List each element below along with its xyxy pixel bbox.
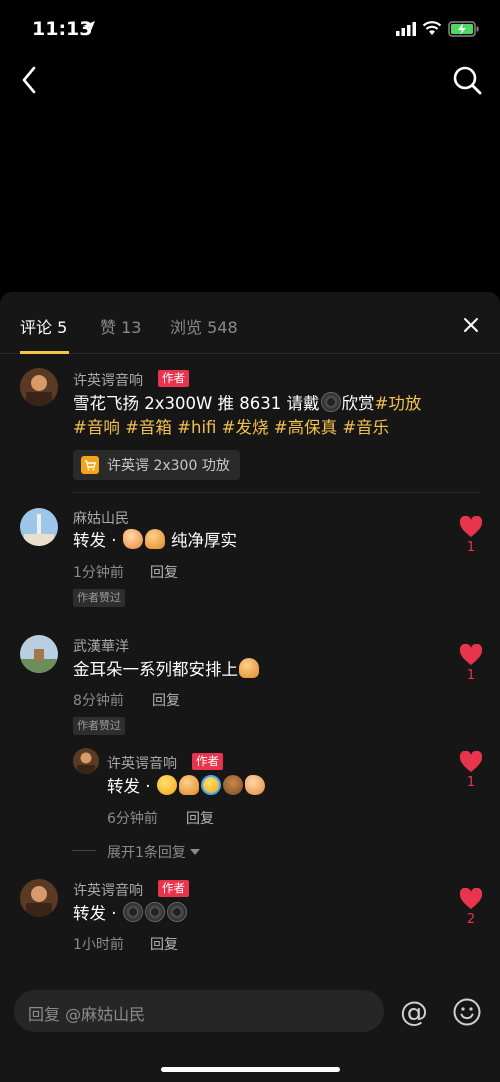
hashtag-link[interactable]: #功放 — [375, 394, 422, 413]
divider — [73, 492, 480, 493]
comment-hashtags: #音响 #音箱 #hifi #发烧 #高保真 #音乐 — [73, 413, 389, 443]
reply-input[interactable]: 回复 @麻姑山民 — [14, 990, 384, 1032]
comment-text-part: 雪花飞扬 2x300W 推 8631 请戴 — [73, 394, 320, 413]
comment-time: 1小时前 — [73, 937, 124, 953]
avatar[interactable] — [20, 508, 58, 546]
comment-username[interactable]: 麻姑山民 — [73, 508, 129, 528]
reply-text: 转发 · — [107, 772, 266, 802]
shopping-cart-icon — [81, 456, 99, 474]
author-liked-badge: 作者赞过 — [73, 717, 125, 735]
reply-button[interactable]: 回复 — [186, 808, 214, 828]
comment-text-part: 转发 · — [73, 904, 117, 923]
comment-tabs: 评论 5 赞 13 浏览 548 — [0, 292, 500, 354]
emoji-picker-icon[interactable] — [452, 997, 482, 1027]
heart-icon — [459, 751, 483, 772]
wifi-icon — [422, 21, 442, 35]
reply-button[interactable]: 回复 — [150, 934, 178, 954]
thumbs-up-emoji-icon — [144, 529, 165, 549]
like-button[interactable]: 1 — [456, 644, 486, 683]
grin-emoji-icon — [156, 775, 177, 795]
avatar[interactable] — [20, 635, 58, 673]
clap-emoji-icon — [244, 775, 265, 795]
heart-icon — [459, 888, 483, 909]
comment-text-part: 金耳朵一系列都安排上 — [73, 660, 238, 679]
product-link[interactable]: 许英谔 2x300 功放 — [73, 450, 240, 480]
heart-icon — [459, 644, 483, 665]
search-icon[interactable] — [452, 64, 482, 96]
heart-icon — [459, 516, 483, 537]
reply-time: 6分钟前 — [107, 811, 158, 827]
location-arrow-icon — [83, 21, 95, 33]
comment-time: 1分钟前 — [73, 565, 124, 581]
cow-emoji-icon — [222, 775, 243, 795]
like-count: 1 — [466, 668, 476, 683]
comment-text-part: 欣赏 — [341, 394, 375, 413]
comment-text: 转发 · — [73, 899, 188, 929]
reply-button[interactable]: 回复 — [150, 562, 178, 582]
hashtag-link[interactable]: #音乐 — [342, 418, 389, 437]
author-badge: 作者 — [158, 880, 189, 897]
chevron-down-icon — [190, 849, 201, 855]
expand-divider — [72, 850, 96, 851]
headphones-emoji-icon — [144, 902, 165, 922]
thumbs-up-emoji-icon — [239, 658, 259, 678]
tab-comments[interactable]: 评论 5 — [20, 314, 67, 338]
avatar[interactable] — [20, 368, 58, 406]
comment-username[interactable]: 许英谔音响 — [73, 370, 143, 390]
hashtag-link[interactable]: #高保真 — [274, 418, 337, 437]
laugh-emoji-icon — [200, 775, 221, 795]
hashtag-link[interactable]: #音箱 — [125, 418, 172, 437]
active-tab-indicator — [20, 351, 69, 354]
like-count: 1 — [466, 775, 476, 790]
comment-panel: 评论 5 赞 13 浏览 548 许英谔音响 作者 雪花飞扬 2x300W 推 … — [0, 292, 500, 1082]
author-badge: 作者 — [158, 370, 189, 387]
hashtag-link[interactable]: #发烧 — [222, 418, 269, 437]
author-liked-badge: 作者赞过 — [73, 589, 125, 607]
mention-button[interactable]: @ — [398, 996, 430, 1028]
reply-username[interactable]: 许英谔音响 — [107, 753, 177, 773]
comment-time: 8分钟前 — [73, 693, 124, 709]
like-count: 2 — [466, 912, 476, 927]
battery-charging-icon — [448, 21, 479, 37]
close-icon[interactable] — [460, 314, 482, 336]
hashtag-link[interactable]: #音响 — [73, 418, 120, 437]
headphones-emoji-icon — [320, 392, 341, 412]
comment-username[interactable]: 许英谔音响 — [73, 880, 143, 900]
back-icon[interactable] — [16, 62, 44, 98]
product-name: 许英谔 2x300 功放 — [107, 458, 230, 474]
like-button[interactable]: 2 — [456, 888, 486, 927]
tab-views[interactable]: 浏览 548 — [170, 314, 238, 338]
headphones-emoji-icon — [122, 902, 143, 922]
signal-icon — [396, 22, 416, 36]
thumbs-up-emoji-icon — [178, 775, 199, 795]
comment-text-part: 转发 · — [73, 531, 117, 550]
status-bar: 11:13 — [0, 0, 500, 60]
comment-username[interactable]: 武漢華洋 — [73, 636, 129, 656]
like-button[interactable]: 1 — [456, 516, 486, 555]
home-indicator — [161, 1067, 340, 1072]
hashtag-link[interactable]: #hifi — [177, 418, 216, 437]
like-button[interactable]: 1 — [456, 751, 486, 790]
author-badge: 作者 — [192, 753, 223, 770]
reply-input-placeholder: 回复 @麻姑山民 — [28, 1005, 146, 1024]
like-count: 1 — [466, 540, 476, 555]
avatar[interactable] — [73, 748, 99, 774]
reply-button[interactable]: 回复 — [152, 690, 180, 710]
expand-replies-button[interactable]: 展开1条回复 — [107, 842, 201, 862]
comment-text: 金耳朵一系列都安排上 — [73, 655, 260, 685]
comment-text-part: 纯净厚实 — [171, 531, 237, 550]
headphones-emoji-icon — [166, 902, 187, 922]
avatar[interactable] — [20, 879, 58, 917]
comment-text-part: 转发 · — [107, 777, 151, 796]
expand-replies-label: 展开1条回复 — [107, 845, 186, 861]
comment-text: 转发 · 纯净厚实 — [73, 526, 237, 556]
tab-likes[interactable]: 赞 13 — [100, 314, 141, 338]
clap-emoji-icon — [122, 529, 143, 549]
